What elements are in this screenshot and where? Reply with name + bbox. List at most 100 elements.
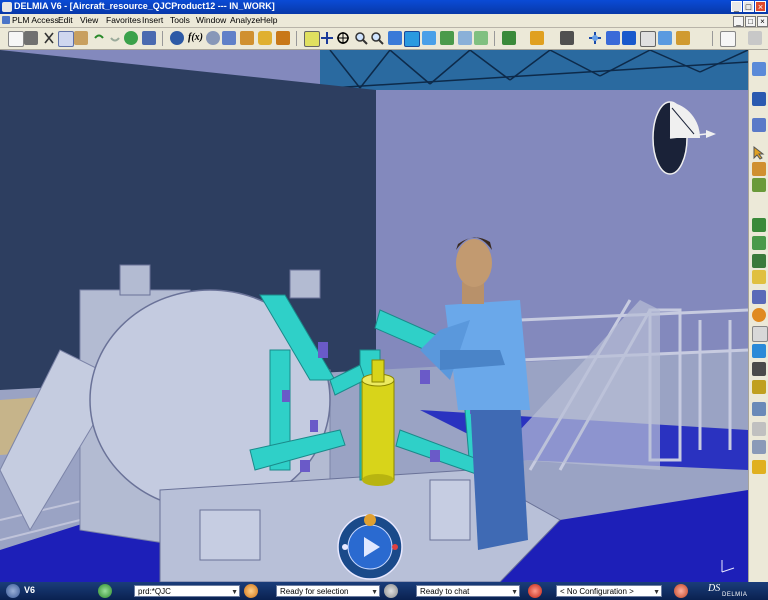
close-button[interactable]: × [755,1,766,12]
sun-icon[interactable] [676,31,690,45]
annotation-icon[interactable] [640,31,656,47]
whats-this-icon[interactable] [124,31,138,45]
print-icon[interactable] [24,31,38,45]
menu-tools[interactable]: Tools [170,15,190,25]
toolbar-separator [296,31,297,46]
info-orb-icon[interactable] [674,584,688,598]
status-orb-icon[interactable] [244,584,258,598]
chevron-down-icon[interactable]: ▼ [231,587,238,596]
v6-compass-icon[interactable] [6,584,20,598]
publish-icon[interactable] [240,31,254,45]
compass-icon[interactable] [588,31,602,45]
doc-minimize-button[interactable]: _ [733,16,744,27]
paste-icon[interactable] [74,31,88,45]
menu-plm-access[interactable]: PLM Access [12,15,59,25]
doc-close-button[interactable]: × [757,16,768,27]
fixture-lug [119,264,151,296]
light-icon[interactable] [752,380,766,394]
menu-window[interactable]: Window [196,15,226,25]
folder-icon[interactable] [530,31,544,45]
right-toolbar [748,50,768,582]
hide-show-icon[interactable] [440,31,454,45]
bookmark-icon[interactable] [222,31,236,45]
robot-dial[interactable] [337,514,403,580]
clash-icon[interactable] [752,270,766,284]
maximize-button[interactable]: □ [743,1,754,12]
menu-favorites[interactable]: Favorites [106,15,141,25]
prd-field-text: prd:*QJC [138,587,171,596]
fit-all-icon[interactable] [304,31,320,47]
snap-icon[interactable] [622,31,636,45]
catalog-icon[interactable] [170,31,184,45]
undo-icon[interactable] [92,31,106,45]
sequence-icon[interactable] [752,290,766,304]
lock-icon[interactable] [258,31,272,45]
cut-icon[interactable] [42,31,56,45]
menu-view[interactable]: View [80,15,98,25]
grid-icon[interactable] [658,31,672,45]
swap-visible-icon[interactable] [474,31,488,45]
yellow-cylinder [361,359,395,486]
menu-bar: PLM Access Edit View Favorites Insert To… [0,14,768,28]
fx-icon[interactable]: f(x) [188,31,203,45]
assembly-icon[interactable] [752,118,766,132]
fly-icon[interactable] [142,31,156,45]
zoom-out-icon[interactable] [370,31,384,45]
chevron-down-icon[interactable]: ▼ [511,587,518,596]
select-icon[interactable] [752,145,766,160]
zoom-in-icon[interactable] [354,31,368,45]
chat-orb-icon[interactable] [384,584,398,598]
chevron-down-icon[interactable]: ▼ [653,587,660,596]
delmia-logo: DELMIA [722,592,748,598]
menu-analyze[interactable]: Analyze [230,15,260,25]
manipulate-icon[interactable] [752,218,766,232]
gear-icon[interactable] [752,422,766,436]
iso-view-icon[interactable] [404,31,420,47]
title-bar[interactable]: DELMIA V6 - [Aircraft_resource_QJCProduc… [0,0,768,14]
layers-icon[interactable] [206,31,220,45]
menu-insert[interactable]: Insert [142,15,163,25]
fixture-lug [289,269,321,299]
simulation-icon[interactable] [502,31,516,45]
menu-help[interactable]: Help [260,15,277,25]
camera-icon[interactable] [560,31,574,45]
path-icon[interactable] [752,402,766,416]
redo-icon[interactable] [108,31,122,45]
menu-edit[interactable]: Edit [58,15,73,25]
normal-view-icon[interactable] [388,31,402,45]
kinematics-icon[interactable] [752,254,766,268]
config-orb-icon[interactable] [528,584,542,598]
swap-icon[interactable] [458,31,472,45]
window-title: DELMIA V6 - [Aircraft_resource_QJCProduc… [14,1,275,11]
rotate-icon[interactable] [336,31,350,45]
product-icon[interactable] [752,62,766,76]
link-icon[interactable] [752,440,766,454]
render-style-icon[interactable] [422,31,436,45]
ds-logo: DS [708,583,721,594]
record-icon[interactable] [752,362,766,376]
pan-icon[interactable] [320,31,334,45]
minimize-button[interactable]: _ [731,1,742,12]
doc-restore-button[interactable]: □ [745,16,756,27]
copy-icon[interactable] [58,31,74,47]
key-icon[interactable] [276,31,290,45]
3d-viewport[interactable] [0,50,748,582]
snap-icon[interactable] [752,178,766,192]
help-icon[interactable] [748,31,762,45]
chevron-down-icon[interactable]: ▼ [371,587,378,596]
structure-icon[interactable] [752,92,766,106]
measure-icon[interactable] [606,31,620,45]
constraint-icon[interactable] [752,236,766,250]
new-doc-icon[interactable] [720,31,736,47]
analysis-icon[interactable] [752,344,766,358]
configuration-field[interactable]: < No Configuration > ▼ [556,585,662,597]
text-icon[interactable] [752,326,768,342]
prd-field[interactable]: prd:*QJC ▼ [134,585,240,597]
tool-icon[interactable] [752,308,766,322]
new-icon[interactable] [8,31,24,47]
chat-status-field: Ready to chat ▼ [416,585,520,597]
move-icon[interactable] [752,162,766,176]
selection-status-field: Ready for selection ▼ [276,585,380,597]
search-orb-icon[interactable] [98,584,112,598]
catalog-icon[interactable] [752,460,766,474]
